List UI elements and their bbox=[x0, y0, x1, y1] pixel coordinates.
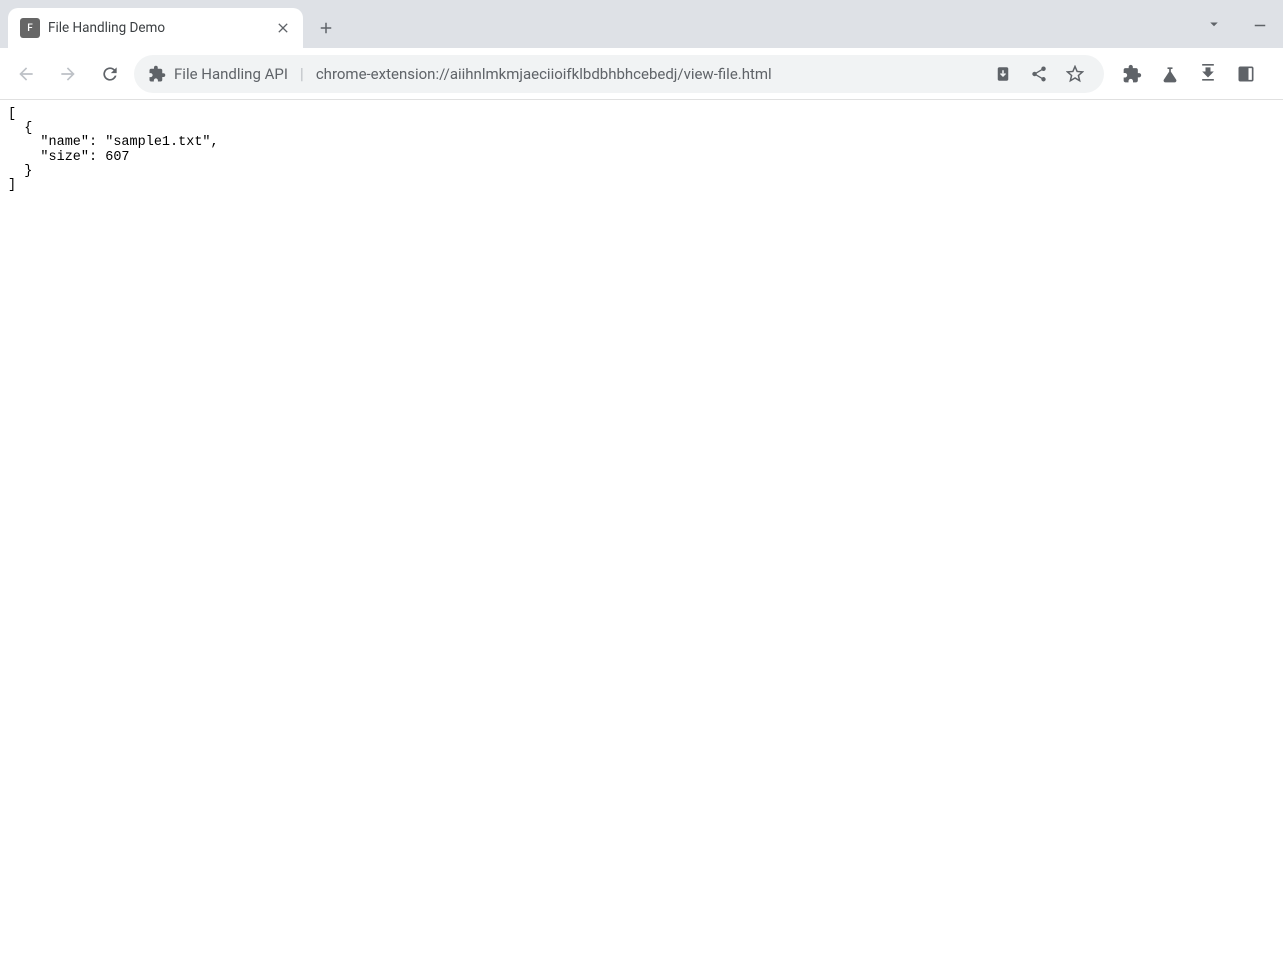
install-button[interactable] bbox=[988, 59, 1018, 89]
forward-button[interactable] bbox=[50, 56, 86, 92]
arrow-right-icon bbox=[58, 64, 78, 84]
page-content: [ { "name": "sample1.txt", "size": 607 }… bbox=[0, 100, 1283, 201]
tab-favicon: F bbox=[20, 18, 40, 38]
share-icon bbox=[1030, 65, 1048, 83]
star-icon bbox=[1066, 65, 1084, 83]
arrow-left-icon bbox=[16, 64, 36, 84]
omnibox-divider: | bbox=[300, 64, 304, 83]
reload-icon bbox=[100, 64, 120, 84]
new-tab-button[interactable] bbox=[311, 13, 341, 43]
side-panel-button[interactable] bbox=[1228, 56, 1264, 92]
minimize-button[interactable] bbox=[1237, 4, 1283, 44]
toolbar: File Handling API | chrome-extension://a… bbox=[0, 48, 1283, 100]
flask-icon bbox=[1160, 64, 1180, 84]
plus-icon bbox=[317, 19, 335, 37]
minimize-icon bbox=[1251, 15, 1269, 33]
bookmark-button[interactable] bbox=[1060, 59, 1090, 89]
tab-strip: F File Handling Demo bbox=[0, 0, 1283, 48]
json-output: [ { "name": "sample1.txt", "size": 607 }… bbox=[8, 108, 1275, 193]
extensions-button[interactable] bbox=[1114, 56, 1150, 92]
tab-search-button[interactable] bbox=[1191, 4, 1237, 44]
close-tab-button[interactable] bbox=[275, 20, 291, 36]
extension-icon bbox=[148, 65, 166, 83]
tab-title: File Handling Demo bbox=[48, 20, 267, 36]
omnibox-url: chrome-extension://aiihnlmkmjaeciioifklb… bbox=[316, 65, 978, 83]
labs-button[interactable] bbox=[1152, 56, 1188, 92]
share-button[interactable] bbox=[1024, 59, 1054, 89]
toolbar-actions bbox=[1114, 56, 1264, 92]
back-button[interactable] bbox=[8, 56, 44, 92]
install-icon bbox=[994, 65, 1012, 83]
extension-name-label: File Handling API bbox=[174, 65, 288, 83]
window-controls bbox=[1191, 0, 1283, 48]
reload-button[interactable] bbox=[92, 56, 128, 92]
omnibox[interactable]: File Handling API | chrome-extension://a… bbox=[134, 55, 1104, 93]
downloads-button[interactable] bbox=[1190, 56, 1226, 92]
omnibox-actions bbox=[988, 59, 1090, 89]
puzzle-icon bbox=[1122, 64, 1142, 84]
extension-identity[interactable]: File Handling API bbox=[148, 65, 288, 83]
chevron-down-icon bbox=[1205, 15, 1223, 33]
panel-icon bbox=[1236, 64, 1256, 84]
active-tab[interactable]: F File Handling Demo bbox=[8, 8, 303, 48]
close-icon bbox=[275, 19, 291, 37]
download-icon bbox=[1198, 64, 1218, 84]
